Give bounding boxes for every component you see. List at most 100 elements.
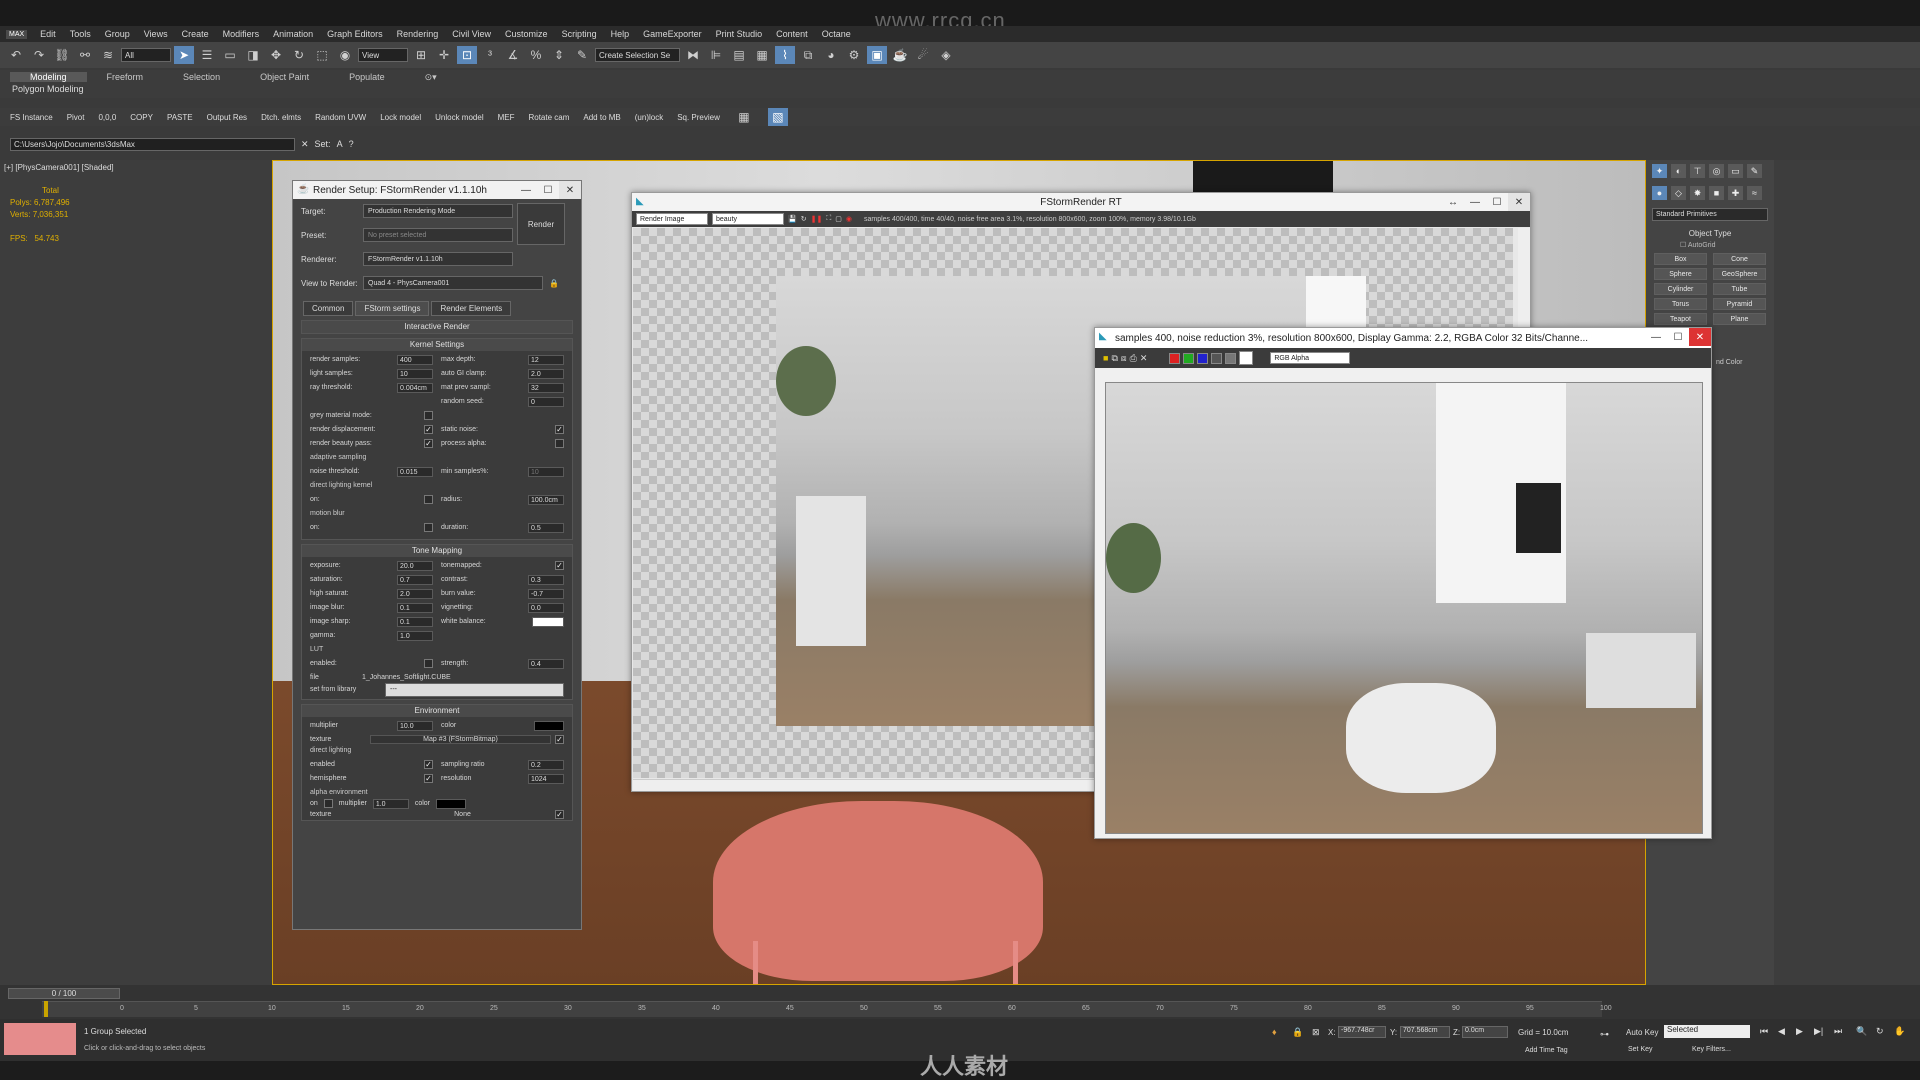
unlock-toggle-button[interactable]: (un)lock [635,113,663,122]
menu-help[interactable]: Help [604,29,637,39]
min-samples-field[interactable]: 10 [528,466,564,477]
autogrid-checkbox[interactable]: ☐ [1680,242,1686,249]
interactive-render-rollout[interactable]: Interactive Render [301,320,573,334]
orbit-icon[interactable]: ↻ [1876,1026,1884,1037]
alpha-texture-button[interactable]: None [370,811,555,818]
max-depth-field[interactable]: 12 [528,354,564,365]
rt-minimize-icon[interactable]: — [1464,193,1486,211]
create-tab-icon[interactable]: ✦ [1652,164,1667,178]
paste-button[interactable]: PASTE [167,113,193,122]
fstorm-rt-titlebar[interactable]: ◣ FStormRender RT ↔ — ☐ ✕ [632,193,1530,211]
menu-content[interactable]: Content [769,29,815,39]
target-select[interactable]: Production Rendering Mode [363,204,513,218]
play-icon[interactable]: ▶ [1796,1026,1803,1037]
rt-pause-icon[interactable]: ❚❚ [811,215,823,223]
noise-threshold-field[interactable]: 0.015 [397,466,433,477]
exposure-field[interactable]: 20.0 [397,560,433,571]
alpha-channel-icon[interactable] [1211,352,1223,364]
unlink-icon[interactable]: ⚯ [75,46,95,64]
tab-common[interactable]: Common [303,301,354,316]
auto-key-button[interactable]: Auto Key [1626,1028,1658,1037]
primitive-category-select[interactable]: Standard Primitives [1652,208,1768,221]
set-from-library-select[interactable]: --- [385,682,564,697]
close-icon[interactable]: ✕ [559,181,581,199]
lut-enabled-checkbox[interactable] [424,659,433,668]
percent-snap-icon[interactable]: % [526,46,546,64]
mirror-icon[interactable]: ⧓ [683,46,703,64]
bind-spacewarp-icon[interactable]: ≋ [98,46,118,64]
set-help-button[interactable]: ? [349,139,354,149]
rotate-icon[interactable]: ↻ [289,46,309,64]
menu-graph-editors[interactable]: Graph Editors [320,29,390,39]
left-viewport-area[interactable] [0,160,272,985]
selection-filter-select[interactable]: All [121,48,171,62]
redo-icon[interactable]: ↷ [29,46,49,64]
curve-editor-icon[interactable]: ⌇ [775,46,795,64]
zoom-icon[interactable]: 🔍 [1856,1026,1867,1037]
hierarchy-tab-icon[interactable]: ⊤ [1690,164,1705,178]
alpha-multiplier-field[interactable]: 1.0 [372,798,409,809]
spinner-snap-icon[interactable]: ⇕ [549,46,569,64]
path-close-icon[interactable]: ✕ [301,139,309,150]
lock-view-icon[interactable]: 🔒 [549,279,559,288]
menu-rendering[interactable]: Rendering [390,29,446,39]
keyboard-shortcut-icon[interactable]: ⊡ [457,46,477,64]
menu-edit[interactable]: Edit [33,29,63,39]
menu-octane[interactable]: Octane [815,29,858,39]
menu-tools[interactable]: Tools [63,29,98,39]
tone-mapping-header[interactable]: Tone Mapping [302,545,572,557]
maximize-icon[interactable]: ☐ [537,181,559,199]
motion-blur-on-checkbox[interactable] [424,523,433,532]
pyramid-button[interactable]: Pyramid [1713,298,1766,310]
rt-save-icon[interactable]: 💾 [788,215,797,223]
display-tab-icon[interactable]: ▭ [1728,164,1743,178]
red-channel-icon[interactable] [1169,352,1181,364]
geosphere-button[interactable]: GeoSphere [1713,268,1766,280]
ribbon-tab-populate[interactable]: Populate [329,72,405,82]
link-icon[interactable]: ⛓ [52,46,72,64]
unlock-model-button[interactable]: Unlock model [435,113,483,122]
env-texture-checkbox[interactable]: ✓ [555,735,564,744]
menu-customize[interactable]: Customize [498,29,555,39]
motion-tab-icon[interactable]: ◎ [1709,164,1724,178]
tab-fstorm-settings[interactable]: FStorm settings [355,301,430,316]
fb-white-swatch[interactable] [1239,351,1254,365]
render-setup-icon[interactable]: ⚙ [844,46,864,64]
modify-tab-icon[interactable]: ◐ [1671,164,1686,178]
env-texture-button[interactable]: Map #3 (FStormBitmap) [370,735,551,744]
rt-region-icon[interactable]: ⛶ [826,215,831,223]
utilities-tab-icon[interactable]: ✎ [1747,164,1762,178]
menu-civil-view[interactable]: Civil View [445,29,498,39]
spacewarps-icon[interactable]: ≈ [1747,186,1762,200]
fb-minimize-icon[interactable]: — [1645,328,1667,346]
sphere-button[interactable]: Sphere [1654,268,1707,280]
burn-value-field[interactable]: -0.7 [528,588,564,599]
menu-group[interactable]: Group [98,29,137,39]
white-balance-swatch[interactable] [532,616,564,627]
sq-preview-button[interactable]: Sq. Preview [677,113,720,122]
key-mode-select[interactable]: Selected [1664,1025,1750,1038]
renderer-select[interactable]: FStormRender v1.1.10h [363,252,513,266]
menu-modifiers[interactable]: Modifiers [216,29,267,39]
mef-button[interactable]: MEF [498,113,515,122]
ref-coord-select[interactable]: View [358,48,408,62]
move-icon[interactable]: ✥ [266,46,286,64]
rt-refresh-icon[interactable]: ↻ [801,215,807,223]
image-sharp-field[interactable]: 0.1 [397,616,433,627]
isolate-icon[interactable]: ♦ [1272,1027,1277,1037]
angle-snap-icon[interactable]: ∡ [503,46,523,64]
ribbon-tab-freeform[interactable]: Freeform [87,72,164,82]
sampling-ratio-field[interactable]: 0.2 [528,759,564,770]
radius-field[interactable]: 100.0cm [528,494,564,505]
environment-header[interactable]: Environment [302,705,572,717]
key-filters-button[interactable]: Key Filters... [1692,1046,1731,1053]
process-alpha-checkbox[interactable] [555,439,564,448]
select-object-icon[interactable]: ➤ [174,46,194,64]
prev-frame-icon[interactable]: ◀ [1778,1026,1785,1037]
render-button[interactable]: Render [517,203,565,245]
fb-channel-select[interactable]: RGB Alpha [1270,352,1351,364]
cone-button[interactable]: Cone [1713,253,1766,265]
named-selection-select[interactable]: Create Selection Se [595,48,680,62]
align-icon[interactable]: ⊫ [706,46,726,64]
rt-close-icon[interactable]: ✕ [1508,193,1530,211]
